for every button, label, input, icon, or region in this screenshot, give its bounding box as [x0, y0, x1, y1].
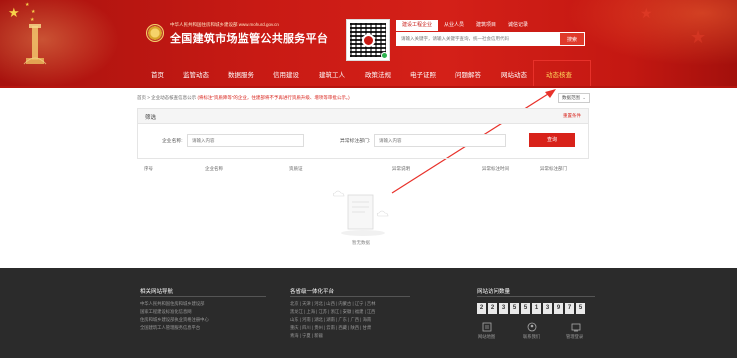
footer-link[interactable]: 中华人民共和国住房和城乡建设部 [140, 301, 204, 307]
qr-logo-icon [361, 33, 375, 47]
monument-icon [23, 24, 47, 65]
nav-e-certificates[interactable]: 电子证照 [410, 66, 436, 86]
website-map-label[interactable]: 网站地图 [478, 334, 495, 340]
col-time: 异常标注时间 [482, 166, 509, 171]
province-links[interactable]: 青海 | 宁夏 | 新疆 [290, 333, 323, 339]
col-qualification: 资质证 [289, 166, 303, 171]
site-subtitle: 中华人民共和国住房和城乡建设部 www.mohurd.gov.cn [170, 22, 279, 27]
company-name-label: 企业名称: [162, 139, 183, 144]
footer-platform-title: 各省级一体化平台 [290, 289, 335, 295]
empty-box-icon [333, 190, 389, 236]
footer-visits-title: 网站访问数量 [477, 289, 511, 295]
dept-label: 异常标注部门: [340, 139, 371, 144]
dept-input[interactable] [374, 134, 506, 147]
star-icon: ★ [8, 5, 20, 20]
table-header: 序号 企业名称 资质证 异常说明 异常标注时间 异常标注部门 [137, 164, 589, 176]
contact-label[interactable]: 联系我们 [523, 334, 540, 340]
star-icon: ★ [640, 5, 653, 21]
footer-link[interactable]: 住房和城乡建设部执业资格注册中心 [140, 317, 209, 323]
national-emblem-icon [146, 24, 164, 42]
province-links[interactable]: 重庆 | 四川 | 贵州 | 云南 | 西藏 | 陕西 | 甘肃 [290, 325, 371, 331]
chevron-down-icon: ⌄ [582, 95, 586, 100]
reset-filter-link[interactable]: 重置条件 [563, 113, 581, 119]
nav-data-services[interactable]: 数据服务 [228, 66, 254, 86]
query-button[interactable]: 查询 [529, 133, 575, 147]
filter-title: 筛选 [145, 115, 157, 121]
nav-workers[interactable]: 建筑工人 [319, 66, 345, 86]
breadcrumb-warning: (将标注“资质降等”的企业，住建部将不予再进行资质升级、增项等审批公示。) [197, 95, 350, 100]
star-icon: ★ [690, 27, 707, 47]
nav-regulatory-news[interactable]: 监管动态 [183, 66, 209, 86]
nav-policies[interactable]: 政策法规 [365, 66, 391, 86]
admin-login-icon[interactable] [571, 322, 581, 332]
col-index: 序号 [144, 166, 153, 171]
filter-panel: 筛选 重置条件 企业名称: 异常标注部门: 查询 [137, 108, 589, 159]
province-links[interactable]: 黑龙江 | 上海 | 江苏 | 浙江 | 安徽 | 福建 | 江西 [290, 309, 375, 315]
breadcrumb: 首页 > 企业动态核查信息公示 (将标注“资质降等”的企业，住建部将不予再进行资… [137, 95, 350, 100]
contact-icon[interactable] [527, 322, 537, 332]
star-icon: ★ [31, 9, 36, 15]
wechat-icon [381, 52, 388, 59]
scope-select[interactable]: 数据范围 ⌄ [558, 93, 590, 103]
breadcrumb-current: 企业动态核查信息公示 [151, 95, 197, 100]
search-tabs: 建设工程企业 从业人员 建筑项目 诚信记录 [396, 20, 534, 31]
search-tab-personnel[interactable]: 从业人员 [438, 20, 470, 31]
nav-credit[interactable]: 信用建设 [273, 66, 299, 86]
nav-home[interactable]: 首页 [151, 66, 164, 86]
search-input[interactable] [396, 32, 559, 46]
nav-faq[interactable]: 问题解答 [455, 66, 481, 86]
empty-text: 暂无数据 [352, 240, 370, 245]
search-button[interactable]: 搜索 [559, 32, 585, 46]
search-tab-credit[interactable]: 诚信记录 [502, 20, 534, 31]
admin-login-label[interactable]: 管理登录 [566, 334, 583, 340]
nav-highlight-box [533, 60, 591, 87]
footer-link[interactable]: 全国建筑工人管理服务信息平台 [140, 325, 200, 331]
col-reason: 异常说明 [392, 166, 410, 171]
search-tab-project[interactable]: 建筑项目 [470, 20, 502, 31]
footer-links-title: 相关网站导航 [140, 289, 174, 295]
search-tab-company[interactable]: 建设工程企业 [396, 20, 439, 31]
company-name-input[interactable] [187, 134, 304, 147]
site-title[interactable]: 全国建筑市场监管公共服务平台 [170, 30, 328, 46]
star-icon: ★ [25, 2, 30, 8]
col-dept: 异常标注部门 [540, 166, 567, 171]
search-box: 建设工程企业 从业人员 建筑项目 诚信记录 搜索 [396, 20, 588, 50]
province-links[interactable]: 山东 | 河南 | 湖北 | 湖南 | 广东 | 广西 | 海南 [290, 317, 371, 323]
qr-code [346, 19, 390, 61]
province-links[interactable]: 北京 | 天津 | 河北 | 山西 | 内蒙古 | 辽宁 | 吉林 [290, 301, 375, 307]
nav-site-news[interactable]: 网站动态 [501, 66, 527, 86]
col-company: 企业名称 [205, 166, 223, 171]
main-nav: 首页 监管动态 数据服务 信用建设 建筑工人 政策法规 电子证照 问题解答 网站… [0, 66, 737, 86]
breadcrumb-home[interactable]: 首页 [137, 95, 146, 100]
visit-counter: 2 2 3 5 5 1 3 9 7 5 [477, 303, 585, 314]
footer-link[interactable]: 国家工程建设标准化信息网 [140, 309, 192, 315]
website-map-icon[interactable] [482, 322, 492, 332]
